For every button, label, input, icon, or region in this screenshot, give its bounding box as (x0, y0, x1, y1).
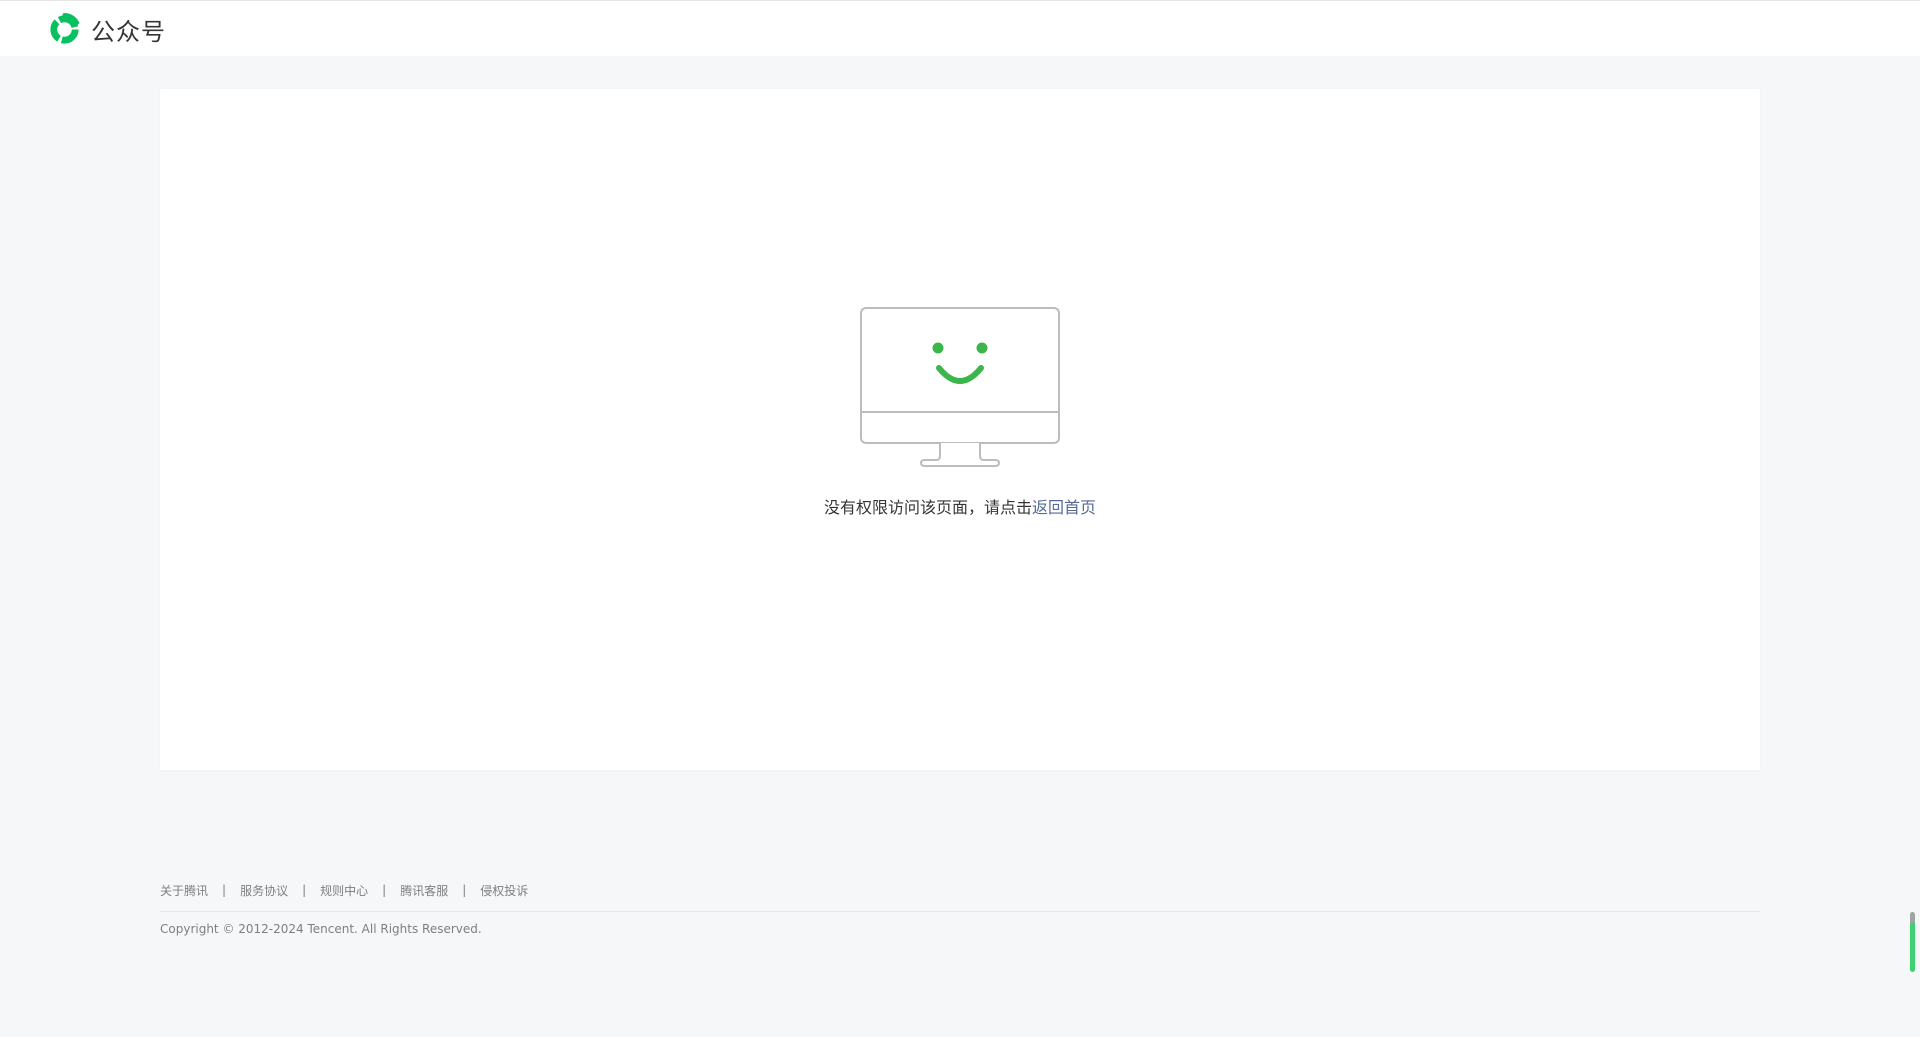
wechat-official-account-logo-icon (47, 12, 82, 47)
footer-separator: | (382, 883, 387, 897)
logo-link[interactable]: 公众号 (47, 12, 166, 47)
error-message-text: 没有权限访问该页面，请点击 (823, 498, 1032, 517)
footer-divider (160, 911, 1760, 912)
copyright-text: Copyright © 2012-2024 Tencent. All Right… (160, 922, 482, 936)
footer-link-customer-service[interactable]: 腾讯客服 (400, 882, 448, 899)
error-card: 没有权限访问该页面，请点击返回首页 (160, 89, 1760, 770)
footer: 关于腾讯 | 服务协议 | 规则中心 | 腾讯客服 | 侵权投诉 Copyrig… (160, 881, 1760, 936)
logo-text: 公众号 (91, 18, 166, 46)
monitor-smile-icon (860, 307, 1060, 467)
footer-separator: | (302, 883, 307, 897)
footer-link-service-agreement[interactable]: 服务协议 (240, 882, 288, 899)
footer-separator: | (222, 883, 227, 897)
footer-link-about-tencent[interactable]: 关于腾讯 (160, 882, 208, 899)
footer-link-rules-center[interactable]: 规则中心 (320, 882, 368, 899)
footer-separator: | (462, 883, 467, 897)
error-message: 没有权限访问该页面，请点击返回首页 (160, 494, 1760, 518)
footer-link-infringement-complaint[interactable]: 侵权投诉 (480, 882, 528, 899)
scrollbar-handle[interactable] (1910, 912, 1915, 972)
return-home-link[interactable]: 返回首页 (1032, 498, 1096, 517)
footer-links: 关于腾讯 | 服务协议 | 规则中心 | 腾讯客服 | 侵权投诉 (160, 881, 1760, 899)
top-navigation-bar: 公众号 (0, 0, 1920, 56)
